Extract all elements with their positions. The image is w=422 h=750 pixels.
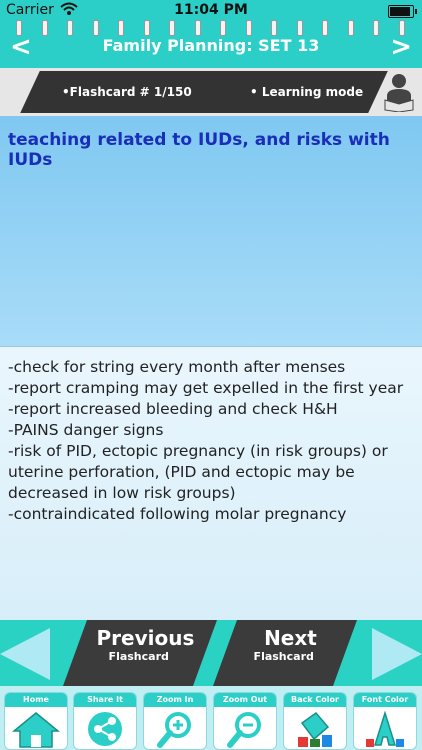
ring-icon <box>296 20 303 36</box>
share-label: Share It <box>74 693 136 707</box>
home-label: Home <box>5 693 67 707</box>
share-icon <box>88 712 122 746</box>
font-color-icon <box>366 710 404 747</box>
ring-icon <box>245 20 252 36</box>
font-color-button[interactable]: Font Color <box>353 692 417 750</box>
flashcard-info-bar: •Flashcard # 1/150 • Learning mode <box>0 68 422 116</box>
previous-flashcard-button[interactable]: Previous Flashcard <box>62 620 218 686</box>
ring-icon <box>194 20 201 36</box>
zoom-in-icon <box>157 712 191 748</box>
answer-line: -PAINS danger signs <box>8 421 164 439</box>
ring-icon <box>118 20 124 36</box>
page-title: Family Planning: SET 13 <box>102 36 320 55</box>
ring-icon <box>220 20 226 36</box>
next-sublabel: Flashcard <box>253 650 314 663</box>
flashcard-pager: Previous Flashcard Next Flashcard <box>0 620 422 686</box>
next-label: Next <box>264 626 317 650</box>
previous-sublabel: Flashcard <box>108 650 169 663</box>
ring-icon <box>67 20 73 36</box>
next-flashcard-button[interactable]: Next Flashcard <box>212 620 358 686</box>
ring-icon <box>41 20 48 36</box>
bottom-toolbar: Home Share It Zoom In Zoom Out Back Colo… <box>0 686 422 750</box>
answer-line: -risk of PID, ectopic pregnancy (in risk… <box>8 442 388 460</box>
zoom-in-label: Zoom In <box>144 693 206 707</box>
flashcard-counter: •Flashcard # 1/150 <box>62 85 192 99</box>
previous-arrow-icon[interactable] <box>0 628 50 680</box>
answer-line: decreased in low risk groups) <box>8 484 236 502</box>
zoom-out-button[interactable]: Zoom Out <box>213 692 277 750</box>
answer-line: -report cramping may get expelled in the… <box>8 379 404 397</box>
mode-label: • Learning mode <box>250 85 364 99</box>
next-arrow-icon[interactable] <box>372 628 422 680</box>
battery-icon <box>388 5 417 18</box>
clock-time: 11:04 PM <box>174 2 248 18</box>
answer-line: -report increased bleeding and check H&H <box>8 400 338 418</box>
share-button[interactable]: Share It <box>73 692 137 750</box>
answer-line: -check for string every month after mens… <box>8 358 346 376</box>
paint-bucket-icon <box>298 711 332 747</box>
back-color-button[interactable]: Back Color <box>283 692 347 750</box>
question-card: teaching related to IUDs, and risks with… <box>0 116 422 346</box>
status-bar: Carrier 11:04 PM <box>0 0 422 22</box>
answer-card: -check for string every month after mens… <box>0 346 422 623</box>
zoom-out-icon <box>227 712 261 748</box>
previous-label: Previous <box>96 626 195 650</box>
ring-icon <box>373 20 379 36</box>
reader-icon <box>384 74 414 112</box>
ring-icon <box>92 20 99 36</box>
ring-icon <box>169 20 175 36</box>
answer-line: uterine perforation, (PID and ectopic ma… <box>8 463 355 481</box>
font-color-label: Font Color <box>354 693 416 707</box>
answer-line: -contraindicated following molar pregnan… <box>8 505 347 523</box>
back-color-label: Back Color <box>284 693 346 707</box>
home-icon <box>11 712 61 748</box>
ring-icon <box>347 20 354 36</box>
question-text: teaching related to IUDs, and risks with… <box>8 130 390 170</box>
zoom-out-label: Zoom Out <box>214 693 276 707</box>
ring-icon <box>322 20 328 36</box>
home-button[interactable]: Home <box>4 692 68 750</box>
forward-button[interactable]: > <box>390 34 412 60</box>
back-button[interactable]: < <box>10 34 32 60</box>
notebook-rings <box>0 20 422 36</box>
zoom-in-button[interactable]: Zoom In <box>143 692 207 750</box>
ring-icon <box>271 20 277 36</box>
ring-icon <box>143 20 150 36</box>
